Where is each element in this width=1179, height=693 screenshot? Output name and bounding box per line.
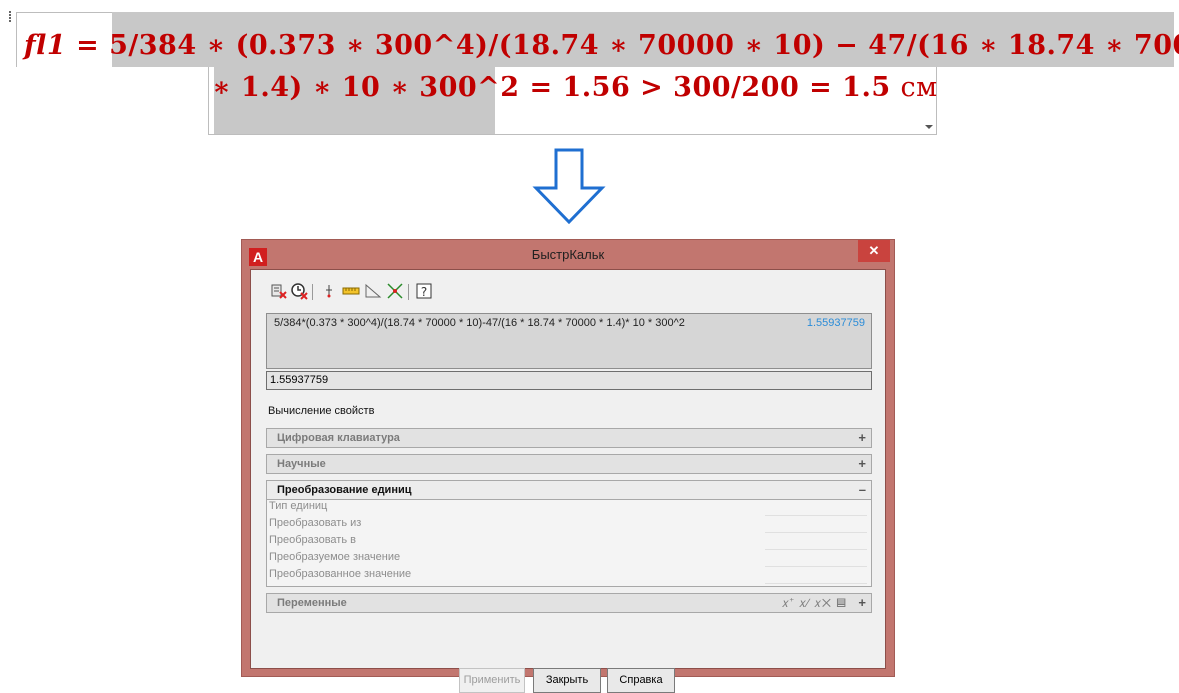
down-arrow-icon xyxy=(532,148,606,224)
unit-row[interactable]: Тип единиц xyxy=(269,500,869,517)
toolbar-separator xyxy=(312,284,313,300)
new-variable-icon[interactable]: 𝑥⁺ xyxy=(782,596,795,610)
intersection-icon[interactable] xyxy=(386,282,404,300)
window-title: БыстрКальк xyxy=(531,247,605,262)
unit-row[interactable]: Преобразовать в xyxy=(269,534,869,551)
unit-row-value[interactable] xyxy=(765,551,867,567)
variables-panel-header[interactable]: Переменные 𝑥⁺ 𝑥∕ 𝑥✕ ▤ + xyxy=(266,593,872,613)
distance-icon[interactable] xyxy=(342,282,360,300)
equation-unit: см xyxy=(900,72,938,103)
quickcalc-client-area: ? 5/384*(0.373 * 300^4)/(18.74 * 70000 *… xyxy=(250,269,886,693)
unit-row[interactable]: Преобразованное значение xyxy=(269,568,869,585)
clear-icon[interactable] xyxy=(270,282,288,300)
history-expression[interactable]: 5/384*(0.373 * 300^4)/(18.74 * 70000 * 1… xyxy=(274,317,685,329)
history-result[interactable]: 1.55937759 xyxy=(807,317,865,329)
unit-row-value[interactable] xyxy=(765,534,867,550)
equation-equals: = xyxy=(66,30,110,61)
panel-label: Научные xyxy=(277,458,326,470)
panel-label: Переменные xyxy=(277,597,347,609)
delete-variable-icon[interactable]: 𝑥✕ xyxy=(814,596,832,610)
expand-icon[interactable]: + xyxy=(858,456,866,471)
units-conversion-grid: Тип единиц Преобразовать из Преобразоват… xyxy=(266,500,872,587)
edit-variable-icon[interactable]: 𝑥∕ xyxy=(799,596,810,610)
help-icon[interactable]: ? xyxy=(415,282,433,300)
panel-label: Преобразование единиц xyxy=(277,484,412,496)
expand-icon[interactable]: + xyxy=(858,595,866,610)
section-caption: Вычисление свойств xyxy=(268,405,375,417)
get-coordinates-icon[interactable] xyxy=(320,282,338,300)
numpad-panel-header[interactable]: Цифровая клавиатура + xyxy=(266,428,872,448)
clear-history-icon[interactable] xyxy=(290,282,308,300)
equation-line2: ∗ 1.4) ∗ 10 ∗ 300^2 = 1.56 > 300/200 = 1… xyxy=(212,72,938,103)
equation-line1: fl1 = 5/384 ∗ (0.373 ∗ 300^4)/(18.74 ∗ 7… xyxy=(24,30,1179,61)
panel-label: Цифровая клавиатура xyxy=(277,432,400,444)
history-area[interactable]: 5/384*(0.373 * 300^4)/(18.74 * 70000 * 1… xyxy=(266,313,872,369)
quickcalc-window: A БыстрКальк ✕ ? 5/384*(0.373 * 300^4)/(… xyxy=(241,239,895,693)
collapse-icon[interactable]: – xyxy=(859,482,866,497)
unit-row-value[interactable] xyxy=(765,517,867,533)
title-bar[interactable]: A БыстрКальк ✕ xyxy=(242,240,894,270)
unit-row[interactable]: Преобразуемое значение xyxy=(269,551,869,568)
unit-row[interactable]: Преобразовать из xyxy=(269,517,869,534)
units-panel-header[interactable]: Преобразование единиц – xyxy=(266,480,872,500)
unit-row-label: Преобразуемое значение xyxy=(269,551,401,563)
unit-row-label: Преобразовать в xyxy=(269,534,356,546)
equation-options-dropdown[interactable] xyxy=(922,120,935,133)
unit-row-label: Преобразованное значение xyxy=(269,568,412,580)
equation-drag-handle[interactable] xyxy=(6,10,14,26)
variable-tools: 𝑥⁺ 𝑥∕ 𝑥✕ ▤ xyxy=(782,596,847,611)
unit-row-label: Тип единиц xyxy=(269,500,328,512)
unit-row-label: Преобразовать из xyxy=(269,517,362,529)
equation-selected-text: 5/384 ∗ (0.373 ∗ 300^4)/(18.74 ∗ 70000 ∗… xyxy=(109,30,1179,61)
close-window-button[interactable]: ✕ xyxy=(858,240,890,262)
angle-icon[interactable] xyxy=(364,282,382,300)
unit-row-value[interactable] xyxy=(765,568,867,584)
unit-row-value[interactable] xyxy=(765,500,867,516)
svg-text:?: ? xyxy=(421,285,427,299)
scientific-panel-header[interactable]: Научные + xyxy=(266,454,872,474)
expression-input[interactable]: 1.55937759 xyxy=(266,371,872,390)
toolbar-separator xyxy=(408,284,409,300)
equation-selected-text: ∗ 1.4) ∗ 10 ∗ 300^2 xyxy=(212,72,520,103)
expand-icon[interactable]: + xyxy=(858,430,866,445)
equation-variable: fl1 xyxy=(24,30,67,61)
equation-result: = 1.56 > 300/200 = 1.5 xyxy=(519,72,901,103)
calculator-icon[interactable]: ▤ xyxy=(836,596,847,610)
